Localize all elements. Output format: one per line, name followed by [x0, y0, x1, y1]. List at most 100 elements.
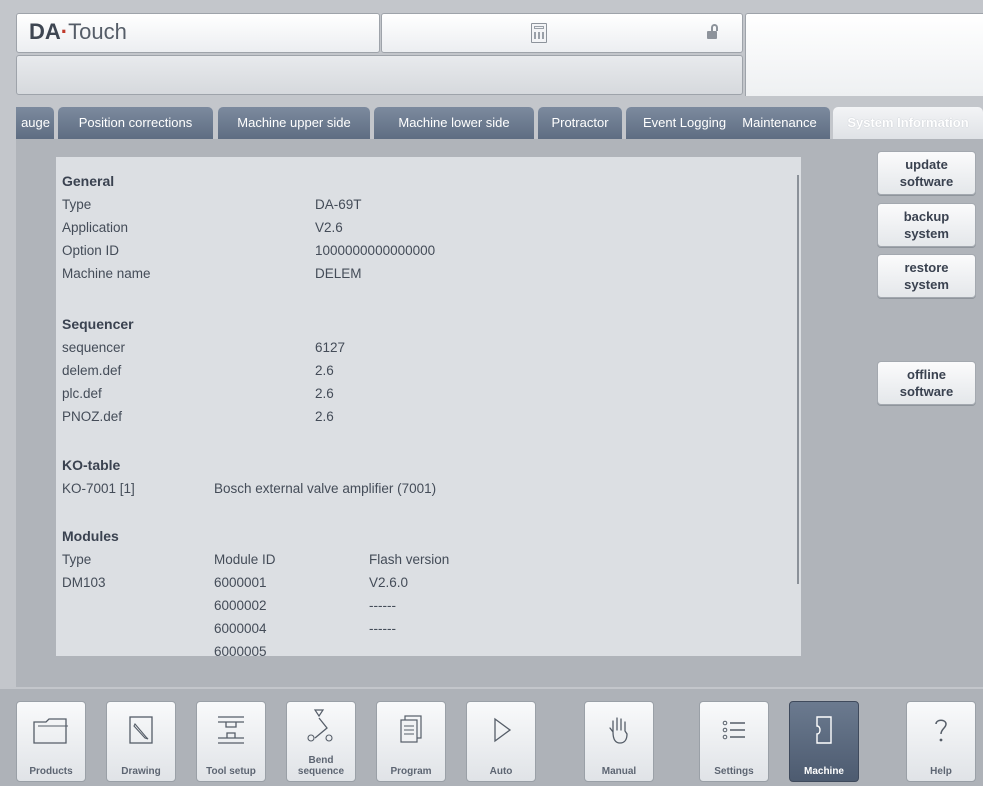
update-software-button[interactable]: update software — [877, 151, 976, 195]
nav-machine-label: Machine — [803, 766, 844, 777]
module-row-id: 6000004 — [214, 621, 267, 636]
nav-bend-label-line2: sequence — [297, 766, 345, 777]
play-icon — [494, 717, 512, 743]
restore-system-button[interactable]: restore system — [877, 254, 976, 298]
sequencer-label: sequencer — [62, 340, 126, 355]
system-info-panel: General Type DA-69T Application V2.6 Opt… — [56, 157, 801, 656]
modules-header-module-id: Module ID — [214, 552, 276, 567]
header-right-panel — [745, 13, 983, 96]
nav-tool-setup-label: Tool setup — [206, 766, 256, 777]
module-row-flash: ------ — [369, 621, 396, 636]
tab-position-corrections[interactable]: Position corrections — [58, 107, 213, 139]
nav-program-button[interactable]: Program — [376, 701, 446, 782]
offline-software-button[interactable]: offline software — [877, 361, 976, 405]
bend-sequence-icon — [307, 709, 333, 742]
general-machine-name-value: DELEM — [315, 266, 362, 281]
update-software-line2: software — [899, 174, 954, 189]
module-row-id: 6000005 — [214, 644, 267, 656]
nav-bend-sequence-label: Bend sequence — [287, 755, 355, 777]
message-bar — [16, 55, 743, 95]
nav-manual-label: Manual — [601, 766, 637, 777]
module-row-type: DM103 — [62, 575, 106, 590]
nav-drawing-button[interactable]: Drawing — [106, 701, 176, 782]
delem-def-value: 2.6 — [315, 363, 334, 378]
offline-software-line2: software — [899, 384, 954, 399]
brand-rest: Touch — [68, 19, 127, 44]
nav-settings-label: Settings — [714, 766, 754, 777]
nav-tool-setup-button[interactable]: Tool setup — [196, 701, 266, 782]
sequencer-value: 6127 — [315, 340, 346, 355]
lock-open-icon[interactable] — [707, 24, 718, 39]
nav-manual-button[interactable]: Manual — [584, 701, 654, 782]
module-row-id: 6000001 — [214, 575, 267, 590]
tab-strip: auge Position corrections Machine upper … — [16, 107, 983, 139]
nav-products-label: Products — [29, 766, 73, 777]
general-type-value: DA-69T — [315, 197, 362, 212]
help-question-icon — [935, 719, 947, 742]
brand-dot: · — [60, 19, 69, 44]
tab-protractor[interactable]: Protractor — [538, 107, 622, 139]
ko-table-label: KO-7001 [1] — [62, 481, 135, 496]
nav-products-button[interactable]: Products — [16, 701, 86, 782]
hand-icon — [609, 717, 628, 744]
general-option-id-value: 1000000000000000 — [315, 243, 436, 258]
press-tool-icon — [218, 716, 244, 744]
nav-program-label: Program — [390, 766, 432, 777]
tab-machine-lower-side[interactable]: Machine lower side — [374, 107, 534, 139]
update-software-line1: update — [905, 157, 948, 172]
folder-icon — [33, 718, 68, 744]
section-modules-title: Modules — [62, 528, 119, 544]
tab-machine-upper-side[interactable]: Machine upper side — [218, 107, 370, 139]
content-area: General Type DA-69T Application V2.6 Opt… — [16, 139, 983, 687]
nav-bend-sequence-button[interactable]: Bend sequence — [286, 701, 356, 782]
machine-icon — [816, 716, 832, 744]
general-machine-name-label: Machine name — [62, 266, 151, 281]
calculator-icon[interactable] — [531, 23, 547, 43]
backup-system-line2: system — [904, 226, 949, 241]
tab-maintenance[interactable]: Maintenance — [729, 107, 830, 139]
nav-settings-button[interactable]: Settings — [699, 701, 769, 782]
section-sequencer-title: Sequencer — [62, 316, 134, 332]
settings-list-icon — [722, 720, 745, 740]
nav-help-label: Help — [930, 766, 952, 777]
general-option-id-label: Option ID — [62, 243, 120, 258]
nav-auto-label: Auto — [489, 766, 513, 777]
section-ko-table-title: KO-table — [62, 457, 121, 473]
nav-drawing-label: Drawing — [121, 766, 161, 777]
nav-bend-label-line1: Bend — [308, 755, 334, 766]
brand-logo: DA·Touch — [29, 21, 127, 43]
restore-system-line1: restore — [904, 260, 949, 275]
general-application-value: V2.6 — [315, 220, 343, 235]
app-frame: DA·Touch auge Position corrections Machi… — [0, 0, 983, 786]
brand-bold: DA — [29, 19, 61, 44]
pnoz-def-value: 2.6 — [315, 409, 334, 424]
pnoz-def-label: PNOZ.def — [62, 409, 123, 424]
module-row-flash: V2.6.0 — [369, 575, 409, 590]
ko-table-value: Bosch external valve amplifier (7001) — [214, 481, 437, 496]
scrollbar[interactable] — [797, 175, 799, 584]
module-row-id: 6000002 — [214, 598, 267, 613]
tab-event-logging[interactable]: Event Logging — [626, 107, 743, 139]
title-bar: DA·Touch — [16, 13, 380, 53]
program-pages-icon — [400, 715, 422, 743]
general-type-label: Type — [62, 197, 92, 212]
general-application-label: Application — [62, 220, 129, 235]
nav-help-button[interactable]: Help — [906, 701, 976, 782]
tab-gauge[interactable]: auge — [16, 107, 54, 139]
plc-def-label: plc.def — [62, 386, 102, 401]
delem-def-label: delem.def — [62, 363, 122, 378]
plc-def-value: 2.6 — [315, 386, 334, 401]
nav-auto-button[interactable]: Auto — [466, 701, 536, 782]
offline-software-line1: offline — [907, 367, 946, 382]
tab-system-information[interactable]: System Information — [833, 107, 983, 139]
section-general-title: General — [62, 173, 115, 189]
backup-system-button[interactable]: backup system — [877, 203, 976, 247]
modules-header-flash-version: Flash version — [369, 552, 450, 567]
status-bar — [381, 13, 743, 53]
drawing-pencil-icon — [129, 716, 153, 744]
backup-system-line1: backup — [903, 209, 950, 224]
module-row-flash: ------ — [369, 598, 396, 613]
modules-header-type: Type — [62, 552, 92, 567]
restore-system-line2: system — [904, 277, 949, 292]
nav-machine-button[interactable]: Machine — [789, 701, 859, 782]
